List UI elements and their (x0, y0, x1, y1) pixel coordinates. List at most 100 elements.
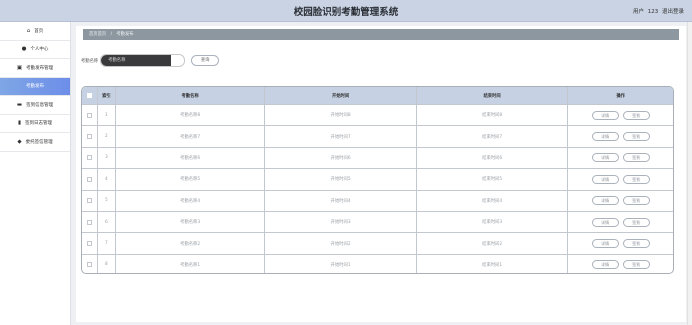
cell-start-time: 开始时间6 (265, 147, 417, 169)
row-select-cell (82, 169, 98, 190)
detail-button[interactable]: 详情 (591, 153, 619, 163)
cell-name: 考勤名称6 (116, 147, 266, 169)
breadcrumb: 首页首页 / 考勤发布 (83, 29, 679, 40)
select-all-cell (82, 87, 98, 104)
detail-button[interactable]: 详情 (591, 174, 619, 184)
cell-index: 3 (98, 147, 116, 169)
row-checkbox[interactable] (86, 112, 92, 118)
cell-index: 6 (98, 211, 116, 233)
table-header: 索引 考勤名称 开始时间 结束时间 操作 (82, 87, 673, 104)
sidebar: ⌂ 首页 ● 个人中心 ▣ 考勤发布管理 考勤发布 ▬ 签到信息管理 ▮ 签到日志管理 ◆ 委托签信管理 (0, 22, 71, 325)
user-label: 用户 (632, 9, 644, 15)
cell-end-time: 结束时间6 (417, 147, 569, 169)
cell-end-time: 结束时间7 (417, 126, 569, 147)
row-select-cell (82, 105, 98, 126)
row-checkbox[interactable] (86, 176, 92, 182)
sidebar-item-2[interactable]: ▣ 考勤发布管理 (0, 59, 70, 78)
signin-button[interactable]: 签到 (622, 217, 650, 227)
cell-actions: 详情 签到 (568, 212, 673, 232)
col-header-start: 开始时间 (265, 87, 417, 104)
sidebar-item-6[interactable]: ◆ 委托签信管理 (0, 133, 70, 152)
signin-button[interactable]: 签到 (622, 110, 650, 120)
table-row: 7 考勤名称2 开始时间2 结束时间2 详情 签到 (82, 232, 673, 254)
row-select-cell (82, 147, 98, 169)
sidebar-item-5[interactable]: ▮ 签到日志管理 (0, 115, 70, 133)
attendance-table: 索引 考勤名称 开始时间 结束时间 操作 1 考勤名称8 开始时间8 结束时间8 详情签… (81, 86, 674, 274)
signin-button[interactable]: 签到 (622, 132, 650, 142)
detail-button[interactable]: 详情 (591, 196, 619, 206)
cell-start-time: 开始时间2 (265, 233, 417, 254)
row-checkbox[interactable] (86, 134, 92, 140)
search-label: 考勤名称 (81, 58, 99, 64)
search-bar: 考勤名称 考勤名称 查询 (81, 54, 220, 67)
table-row: 3 考勤名称6 开始时间6 结束时间6 详情 签到 (82, 146, 673, 169)
detail-button[interactable]: 详情 (591, 217, 619, 227)
col-header-actions: 操作 (616, 93, 625, 99)
row-checkbox[interactable] (86, 198, 92, 204)
cell-actions: 详情 签到 (568, 255, 673, 273)
row-checkbox[interactable] (86, 155, 92, 161)
cell-end-time: 结束时间4 (417, 190, 569, 211)
row-select-cell (82, 254, 98, 273)
row-checkbox[interactable] (86, 219, 92, 225)
cell-start-time: 开始时间8 (265, 105, 417, 126)
signin-button[interactable]: 签到 (622, 196, 650, 206)
cell-start-time: 开始时间5 (265, 169, 417, 190)
sidebar-item-label: 考勤发布管理 (26, 65, 54, 71)
sidebar-item-4[interactable]: ▬ 签到信息管理 (0, 96, 70, 115)
signin-button[interactable]: 签到 (622, 239, 650, 249)
cell-name: 考勤名称8 (116, 105, 266, 126)
cell-index: 7 (98, 233, 116, 254)
cell-end-time: 结束时间2 (417, 233, 569, 254)
col-header-end: 结束时间 (417, 87, 569, 104)
signin-button[interactable]: 签到 (622, 260, 650, 270)
cell-actions: 详情 签到 (568, 105, 673, 125)
sidebar-item-1[interactable]: ● 个人中心 (0, 41, 70, 59)
col-header-name: 考勤名称 (116, 87, 266, 104)
detail-button[interactable]: 详情 (591, 260, 619, 270)
cell-actions: 详情 签到 (568, 233, 673, 253)
cell-end-time: 结束时间5 (417, 169, 569, 190)
sidebar-item-label: 委托签信管理 (25, 139, 53, 145)
row-select-cell (82, 233, 98, 254)
sidebar-item-label: 签到信息管理 (26, 102, 54, 108)
detail-button[interactable]: 详情 (591, 110, 619, 120)
select-all-checkbox[interactable] (86, 93, 92, 98)
cell-end-time: 结束时间8 (417, 105, 569, 126)
row-checkbox[interactable] (86, 241, 92, 247)
cell-index: 1 (98, 105, 116, 126)
table-row: 5 考勤名称4 开始时间4 结束时间4 详情 签到 (82, 189, 673, 211)
row-select-cell (82, 126, 98, 147)
detail-button[interactable]: 详情 (591, 132, 619, 142)
app-title: 校园脸识别考勤管理系统 (293, 7, 399, 18)
detail-button[interactable]: 详情 (591, 239, 619, 249)
row-checkbox[interactable] (86, 262, 92, 268)
home-icon: ⌂ (26, 27, 31, 34)
cell-actions: 详情 签到 (568, 191, 673, 211)
sidebar-item-label: 个人中心 (30, 47, 49, 53)
signin-button[interactable]: 签到 (622, 153, 650, 163)
signin-button[interactable]: 签到 (622, 174, 650, 184)
bar-chart-icon: ▮ (17, 120, 22, 127)
search-input[interactable]: 考勤名称 (100, 54, 186, 67)
row-select-cell (82, 190, 98, 211)
cell-end-time: 结束时间3 (417, 211, 569, 233)
cell-name: 考勤名称4 (116, 190, 266, 211)
tag-icon: ◆ (17, 138, 22, 145)
monitor-icon: ▬ (16, 101, 23, 108)
table-row: 6 考勤名称3 开始时间3 结束时间3 详情 签到 (82, 210, 673, 233)
sidebar-item-0[interactable]: ⌂ 首页 (0, 22, 70, 41)
cell-actions: 详情 签到 (568, 148, 673, 168)
cell-start-time: 开始时间7 (265, 126, 417, 147)
query-button[interactable]: 查询 (191, 55, 220, 66)
cell-start-time: 开始时间3 (265, 211, 417, 233)
sidebar-item-label: 签到日志管理 (25, 121, 53, 127)
cell-start-time: 开始时间4 (265, 190, 417, 211)
sidebar-item-3[interactable]: 考勤发布 (0, 77, 70, 96)
page-scrollbar[interactable] (687, 22, 692, 325)
col-header-index: 索引 (98, 87, 116, 104)
top-header: 校园脸识别考勤管理系统 用户 123 退出登录 (0, 0, 692, 22)
cell-name: 考勤名称5 (116, 169, 266, 190)
breadcrumb-home[interactable]: 首页首页 (89, 32, 106, 37)
logout-link[interactable]: 退出登录 (662, 9, 684, 15)
